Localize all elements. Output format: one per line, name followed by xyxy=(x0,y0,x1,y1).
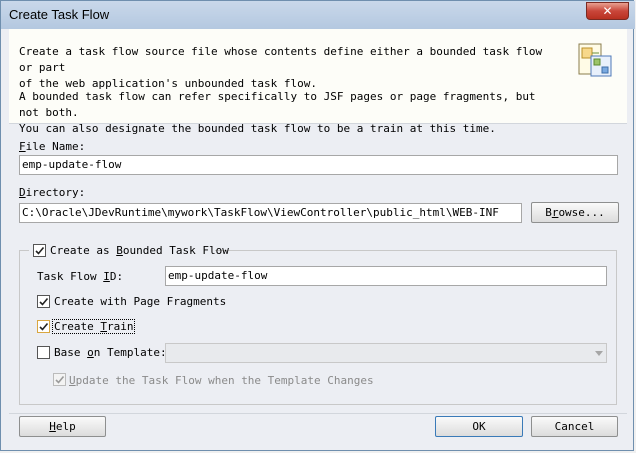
bounded-task-flow-checkbox[interactable] xyxy=(33,244,46,257)
footer-separator xyxy=(9,413,627,414)
dialog-title: Create Task Flow xyxy=(9,7,110,22)
help-button[interactable]: Help xyxy=(19,416,106,437)
checkmark-icon xyxy=(39,322,49,331)
dialog-body: Create a task flow source file whose con… xyxy=(9,29,627,444)
base-template-checkbox[interactable] xyxy=(37,346,50,359)
create-train-checkbox[interactable] xyxy=(37,320,50,333)
group-legend: Create as Bounded Task Flow xyxy=(29,242,229,258)
task-flow-id-value: emp-update-flow xyxy=(168,269,268,282)
ok-button[interactable]: OK xyxy=(435,416,523,437)
cancel-button[interactable]: Cancel xyxy=(531,416,618,437)
checkmark-icon xyxy=(39,297,49,306)
browse-button[interactable]: Browse... xyxy=(531,202,619,223)
description-paragraph-1: Create a task flow source file whose con… xyxy=(19,45,543,90)
file-name-input[interactable]: emp-update-flow xyxy=(19,155,618,175)
bounded-task-flow-label: Create as Bounded Task Flow xyxy=(50,244,229,257)
create-task-flow-dialog: Create Task Flow ✕ Create a task flow so… xyxy=(0,0,635,451)
task-flow-id-label: Task Flow ID: xyxy=(37,270,124,283)
page-fragments-checkbox[interactable] xyxy=(37,295,50,308)
directory-value: C:\Oracle\JDevRuntime\mywork\TaskFlow\Vi… xyxy=(22,206,499,219)
task-flow-wizard-icon xyxy=(578,43,612,77)
file-name-label: File Name: xyxy=(19,140,86,153)
title-bar[interactable]: Create Task Flow ✕ xyxy=(1,1,635,29)
base-template-dropdown[interactable] xyxy=(165,343,607,363)
description-paragraph-2: A bounded task flow can refer specifical… xyxy=(19,90,536,135)
close-icon: ✕ xyxy=(602,4,613,18)
update-flow-checkbox[interactable] xyxy=(53,373,66,386)
base-template-label: Base on Template: xyxy=(54,346,167,359)
description-panel: Create a task flow source file whose con… xyxy=(9,29,627,135)
update-flow-label: Update the Task Flow when the Template C… xyxy=(69,374,374,387)
close-button[interactable]: ✕ xyxy=(586,2,629,20)
chevron-down-icon xyxy=(595,351,603,356)
create-train-label: Create Train xyxy=(51,319,136,334)
directory-input[interactable]: C:\Oracle\JDevRuntime\mywork\TaskFlow\Vi… xyxy=(19,203,522,223)
page-fragments-label: Create with Page Fragments xyxy=(54,295,227,308)
checkmark-icon xyxy=(35,246,45,255)
directory-label: Directory: xyxy=(19,186,86,199)
file-name-value: emp-update-flow xyxy=(22,158,122,171)
checkmark-icon xyxy=(55,375,65,384)
task-flow-id-input[interactable]: emp-update-flow xyxy=(165,266,607,286)
